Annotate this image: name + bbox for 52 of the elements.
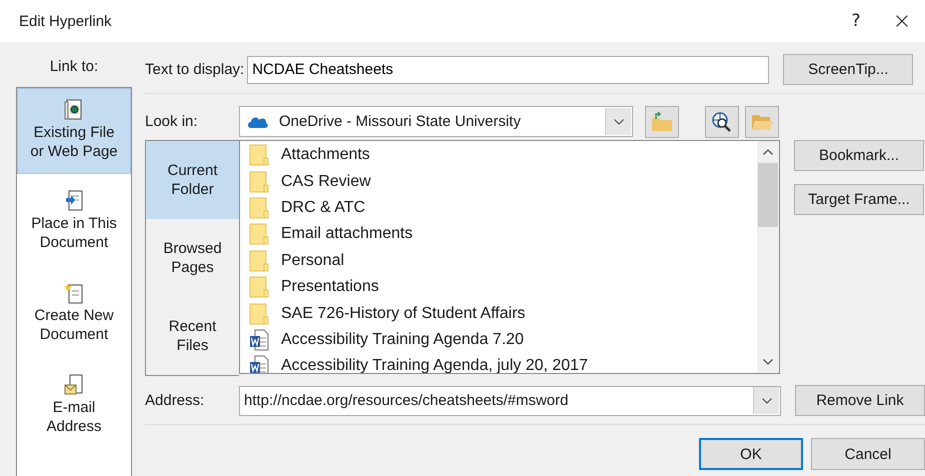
document-arrow-icon bbox=[64, 190, 84, 212]
web-document-icon bbox=[64, 99, 84, 121]
folder-arrow-icon bbox=[650, 110, 674, 132]
link-type-item[interactable]: Create New Document bbox=[17, 272, 131, 358]
look-in-label: Look in: bbox=[145, 113, 199, 130]
link-type-item[interactable]: Existing File or Web Page bbox=[17, 88, 131, 174]
file-item[interactable]: Attachments bbox=[240, 142, 757, 168]
text-to-display-label: Text to display: bbox=[145, 61, 244, 78]
cancel-button[interactable]: Cancel bbox=[811, 438, 925, 470]
folder-icon bbox=[249, 250, 269, 272]
folder-icon bbox=[249, 170, 269, 193]
view-tab[interactable]: Recent Files bbox=[146, 297, 239, 375]
look-in-dropdown[interactable]: OneDrive - Missouri State University bbox=[239, 106, 633, 137]
address-field[interactable]: http://ncdae.org/resources/cheatsheets/#msword bbox=[239, 386, 781, 416]
browse-file-button[interactable] bbox=[745, 106, 779, 138]
up-folder-button[interactable] bbox=[645, 106, 679, 138]
file-item[interactable]: Personal bbox=[240, 248, 757, 274]
close-button[interactable]: × bbox=[879, 3, 925, 39]
text-to-display-field[interactable]: NCDAE Cheatsheets bbox=[247, 56, 770, 84]
file-item[interactable]: CAS Review bbox=[240, 168, 757, 195]
target-frame-button[interactable]: Target Frame... bbox=[794, 184, 924, 215]
file-item[interactable]: SAE 726-History of Student Affairs bbox=[240, 300, 757, 327]
folder-icon bbox=[249, 223, 269, 246]
new-document-icon bbox=[64, 282, 84, 304]
file-item[interactable]: DRC & ATC bbox=[240, 194, 757, 222]
link-type-item[interactable]: Place in This Document bbox=[17, 180, 131, 266]
view-tab[interactable]: Browsed Pages bbox=[146, 219, 239, 297]
scrollbar[interactable] bbox=[757, 141, 779, 373]
word-document-icon bbox=[249, 328, 269, 351]
folder-icon bbox=[249, 276, 269, 298]
link-type-item[interactable]: E-mail Address bbox=[17, 364, 131, 450]
file-item[interactable]: Presentations bbox=[240, 274, 757, 300]
browse-web-button[interactable] bbox=[705, 106, 739, 138]
bookmark-button[interactable]: Bookmark... bbox=[794, 140, 924, 171]
folder-icon bbox=[249, 196, 269, 219]
envelope-document-icon bbox=[64, 374, 84, 396]
screentip-button[interactable]: ScreenTip... bbox=[783, 54, 914, 85]
link-to-label: Link to: bbox=[48, 57, 100, 77]
file-item[interactable]: Accessibility Training Agenda 7.20 bbox=[240, 326, 757, 354]
ok-button[interactable]: OK bbox=[699, 438, 803, 470]
view-tab[interactable]: Current Folder bbox=[146, 141, 239, 219]
help-button[interactable]: ? bbox=[833, 3, 879, 39]
folder-icon bbox=[249, 302, 269, 325]
file-item[interactable]: Email attachments bbox=[240, 221, 757, 248]
folder-icon bbox=[249, 144, 269, 166]
scroll-thumb[interactable] bbox=[758, 163, 778, 227]
cloud-icon bbox=[247, 114, 269, 128]
window-title: Edit Hyperlink bbox=[19, 12, 112, 30]
scroll-down-icon[interactable] bbox=[763, 359, 773, 365]
scroll-up-icon[interactable] bbox=[763, 149, 773, 155]
address-label: Address: bbox=[145, 392, 206, 409]
remove-link-button[interactable]: Remove Link bbox=[795, 385, 925, 416]
